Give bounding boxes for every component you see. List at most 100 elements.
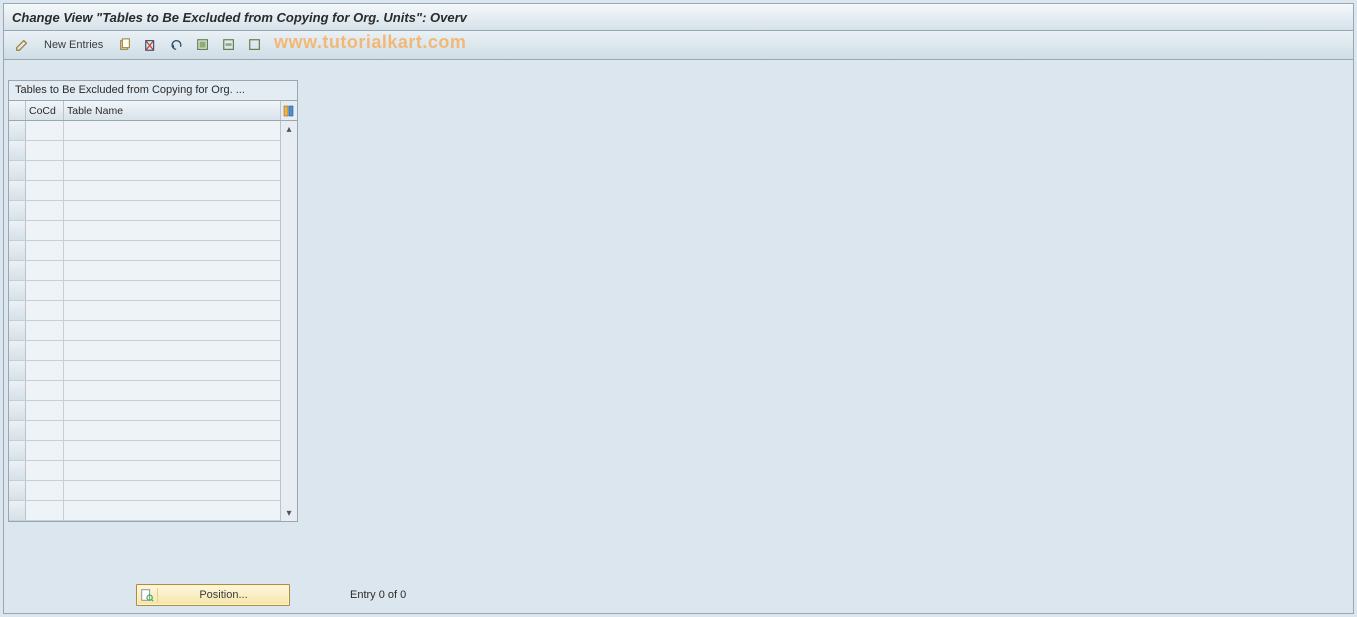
row-selector[interactable] <box>9 501 26 520</box>
column-header-table-name[interactable]: Table Name <box>64 101 280 120</box>
cell-table-name[interactable] <box>64 301 280 320</box>
cell-cocd[interactable] <box>26 221 64 240</box>
cell-cocd[interactable] <box>26 481 64 500</box>
row-selector[interactable] <box>9 221 26 240</box>
grid-body: ▴ ▾ <box>9 121 297 521</box>
cell-table-name[interactable] <box>64 381 280 400</box>
select-all-icon[interactable] <box>193 34 213 56</box>
display-change-icon[interactable] <box>12 34 32 56</box>
row-selector[interactable] <box>9 241 26 260</box>
cell-table-name[interactable] <box>64 221 280 240</box>
row-selector[interactable] <box>9 441 26 460</box>
row-selector[interactable] <box>9 381 26 400</box>
cell-table-name[interactable] <box>64 181 280 200</box>
table-row[interactable] <box>9 341 280 361</box>
table-row[interactable] <box>9 181 280 201</box>
cell-table-name[interactable] <box>64 421 280 440</box>
cell-cocd[interactable] <box>26 181 64 200</box>
table-row[interactable] <box>9 161 280 181</box>
table-row[interactable] <box>9 401 280 421</box>
column-configure-icon[interactable] <box>280 101 297 120</box>
cell-cocd[interactable] <box>26 401 64 420</box>
table-row[interactable] <box>9 241 280 261</box>
row-selector[interactable] <box>9 201 26 220</box>
cell-cocd[interactable] <box>26 261 64 280</box>
table-row[interactable] <box>9 141 280 161</box>
deselect-all-icon[interactable] <box>245 34 265 56</box>
row-selector[interactable] <box>9 161 26 180</box>
position-button[interactable]: Position... <box>136 584 290 606</box>
row-selector[interactable] <box>9 321 26 340</box>
cell-table-name[interactable] <box>64 161 280 180</box>
undo-icon[interactable] <box>167 34 187 56</box>
cell-cocd[interactable] <box>26 201 64 220</box>
cell-table-name[interactable] <box>64 461 280 480</box>
table-row[interactable] <box>9 301 280 321</box>
row-selector[interactable] <box>9 401 26 420</box>
table-row[interactable] <box>9 481 280 501</box>
cell-cocd[interactable] <box>26 141 64 160</box>
cell-table-name[interactable] <box>64 441 280 460</box>
row-selector[interactable] <box>9 281 26 300</box>
cell-table-name[interactable] <box>64 481 280 500</box>
cell-cocd[interactable] <box>26 461 64 480</box>
table-row[interactable] <box>9 421 280 441</box>
cell-table-name[interactable] <box>64 321 280 340</box>
table-row[interactable] <box>9 441 280 461</box>
table-row[interactable] <box>9 121 280 141</box>
position-icon <box>137 588 158 602</box>
cell-cocd[interactable] <box>26 381 64 400</box>
cell-cocd[interactable] <box>26 281 64 300</box>
cell-cocd[interactable] <box>26 241 64 260</box>
select-block-icon[interactable] <box>219 34 239 56</box>
table-row[interactable] <box>9 321 280 341</box>
row-selector[interactable] <box>9 261 26 280</box>
cell-table-name[interactable] <box>64 201 280 220</box>
table-row[interactable] <box>9 221 280 241</box>
cell-cocd[interactable] <box>26 361 64 380</box>
row-selector[interactable] <box>9 481 26 500</box>
cell-table-name[interactable] <box>64 141 280 160</box>
table-row[interactable] <box>9 461 280 481</box>
grid-caption: Tables to Be Excluded from Copying for O… <box>9 81 297 101</box>
cell-table-name[interactable] <box>64 341 280 360</box>
vertical-scrollbar[interactable]: ▴ ▾ <box>280 121 297 521</box>
cell-cocd[interactable] <box>26 501 64 520</box>
row-selector[interactable] <box>9 341 26 360</box>
scroll-down-icon[interactable]: ▾ <box>282 506 296 520</box>
table-row[interactable] <box>9 381 280 401</box>
scroll-up-icon[interactable]: ▴ <box>282 122 296 136</box>
cell-cocd[interactable] <box>26 161 64 180</box>
cell-table-name[interactable] <box>64 281 280 300</box>
table-row[interactable] <box>9 281 280 301</box>
cell-table-name[interactable] <box>64 241 280 260</box>
cell-cocd[interactable] <box>26 421 64 440</box>
cell-cocd[interactable] <box>26 321 64 340</box>
table-row[interactable] <box>9 261 280 281</box>
cell-cocd[interactable] <box>26 301 64 320</box>
row-selector[interactable] <box>9 141 26 160</box>
column-header-cocd[interactable]: CoCd <box>26 101 64 120</box>
table-row[interactable] <box>9 201 280 221</box>
row-selector[interactable] <box>9 121 26 140</box>
copy-as-icon[interactable] <box>115 34 135 56</box>
row-selector[interactable] <box>9 461 26 480</box>
cell-cocd[interactable] <box>26 441 64 460</box>
cell-table-name[interactable] <box>64 121 280 140</box>
cell-table-name[interactable] <box>64 261 280 280</box>
cell-cocd[interactable] <box>26 341 64 360</box>
cell-table-name[interactable] <box>64 401 280 420</box>
table-row[interactable] <box>9 361 280 381</box>
column-selector[interactable] <box>9 101 26 120</box>
new-entries-button[interactable]: New Entries <box>38 39 109 51</box>
row-selector[interactable] <box>9 181 26 200</box>
delete-icon[interactable] <box>141 34 161 56</box>
cell-table-name[interactable] <box>64 501 280 520</box>
row-selector[interactable] <box>9 361 26 380</box>
cell-table-name[interactable] <box>64 361 280 380</box>
table-row[interactable] <box>9 501 280 521</box>
row-selector[interactable] <box>9 301 26 320</box>
app-window: Change View "Tables to Be Excluded from … <box>3 3 1354 614</box>
row-selector[interactable] <box>9 421 26 440</box>
cell-cocd[interactable] <box>26 121 64 140</box>
